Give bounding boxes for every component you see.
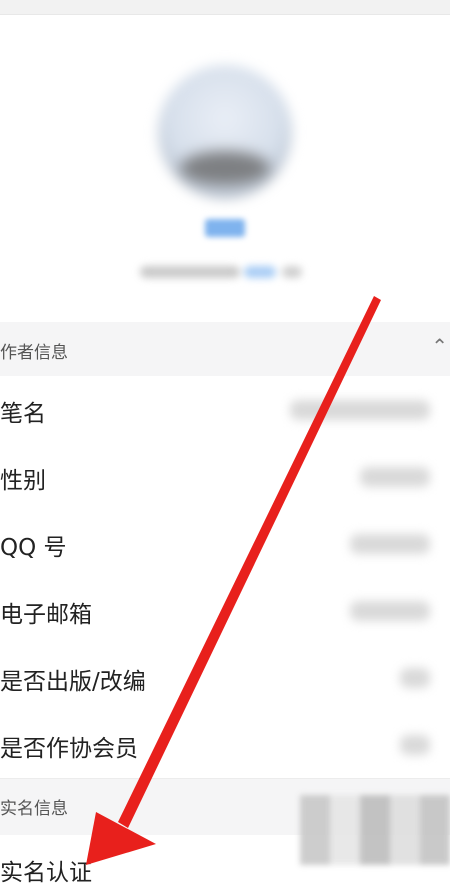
row-value-blurred [290, 400, 430, 420]
row-value-blurred [360, 467, 430, 487]
chevron-up-icon[interactable]: ⌃ [431, 334, 448, 358]
section-title-author-info: 作者信息 [0, 343, 68, 363]
row-email[interactable]: 电子邮箱 [0, 577, 450, 645]
row-label: 性别 [0, 468, 46, 494]
row-published[interactable]: 是否出版/改编 [0, 644, 450, 712]
row-label: 电子邮箱 [0, 602, 92, 628]
row-label: 实名认证 [0, 860, 92, 886]
watermark-blurred [300, 795, 450, 865]
author-name-blurred [205, 219, 245, 237]
row-value-blurred [400, 668, 430, 688]
section-author-info[interactable]: 作者信息 ⌃ [0, 322, 450, 376]
row-qq[interactable]: QQ 号 [0, 510, 450, 578]
author-id-blurred [140, 262, 310, 282]
row-label: 笔名 [0, 401, 46, 427]
row-writers-association[interactable]: 是否作协会员 [0, 711, 450, 779]
row-pen-name[interactable]: 笔名 [0, 376, 450, 444]
row-value-blurred [350, 601, 430, 621]
row-gender[interactable]: 性别 [0, 443, 450, 511]
row-label: 是否出版/改编 [0, 669, 146, 695]
top-bar [0, 0, 450, 15]
row-value-blurred [400, 735, 430, 755]
row-label: QQ 号 [0, 535, 67, 561]
row-label: 是否作协会员 [0, 736, 138, 762]
row-value-blurred [350, 534, 430, 554]
avatar[interactable] [158, 65, 292, 199]
section-title-real-name-info: 实名信息 [0, 799, 68, 819]
